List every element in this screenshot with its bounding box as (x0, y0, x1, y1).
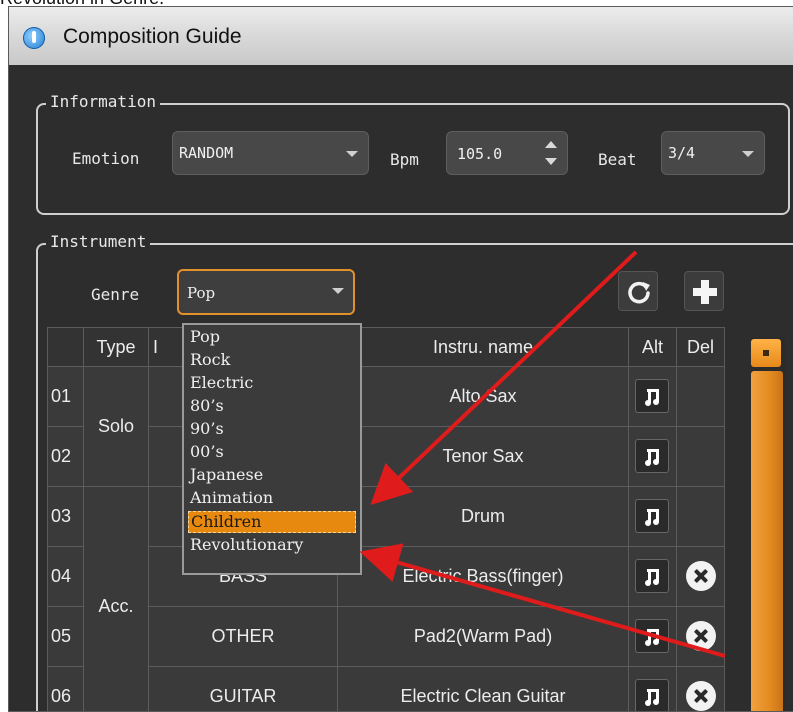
annotation-arrows (359, 250, 726, 658)
annotation-arrow-left (359, 543, 726, 658)
annotation-arrow-down (370, 250, 638, 506)
